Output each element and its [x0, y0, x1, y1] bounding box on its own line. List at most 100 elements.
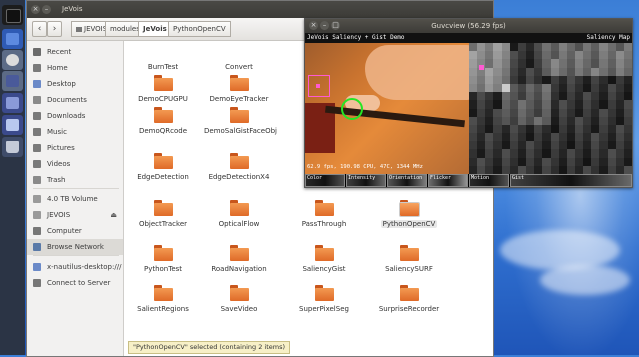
guvcview-title: Guvcview (56.29 fps): [431, 22, 506, 30]
sidebar-item-label: Computer: [47, 227, 82, 235]
folder-item-saliencysurf[interactable]: SaliencySURF: [374, 243, 444, 281]
breadcrumb-label: JEVOIS: [84, 25, 108, 33]
breadcrumb-label: PythonOpenCV: [173, 25, 226, 33]
folder-name: PythonOpenCV: [380, 220, 438, 228]
unity-launcher: [0, 0, 25, 355]
salient-point-marker: [479, 65, 484, 70]
feature-map-strip: Color Intensity Orientation Flicker Motion Gi…: [305, 174, 632, 187]
attention-marker: [341, 98, 363, 120]
settings-icon[interactable]: [2, 71, 23, 91]
folder-item-surpriserecorder[interactable]: SurpriseRecorder: [374, 283, 444, 321]
saliency-map-label: Saliency Map: [586, 34, 630, 41]
sidebar-item-browse-network[interactable]: Browse Network: [27, 239, 123, 255]
sidebar-item-connect-to-server[interactable]: Connect to Server: [27, 275, 123, 291]
feature-thumbnail-color: Color: [305, 174, 345, 187]
computer-icon: [33, 227, 41, 235]
folder-name: EdgeDetectionX4: [208, 173, 270, 181]
network-icon: [33, 243, 41, 251]
feature-thumbnail-orientation: Orientation: [387, 174, 427, 187]
folder-item-demosalgistfaceobj[interactable]: DemoSalGistFaceObj: [204, 105, 277, 143]
app-icon[interactable]: [2, 93, 23, 113]
folder-item-objecttracker[interactable]: ObjectTracker: [128, 198, 198, 236]
sidebar-item-desktop[interactable]: Desktop: [27, 76, 123, 92]
sidebar-item-x-nautilus-desktop[interactable]: x-nautilus-desktop:///: [27, 259, 123, 275]
feature-thumbnail-label: Gist: [512, 175, 525, 181]
feature-thumbnail-intensity: Intensity: [346, 174, 386, 187]
sidebar-item-label: 4.0 TB Volume: [47, 195, 98, 203]
window-title: JeVois: [62, 5, 83, 13]
sidebar-item-recent[interactable]: Recent: [27, 44, 123, 60]
sidebar-separator: [33, 255, 119, 256]
desktop-icon: [33, 263, 41, 271]
sidebar-item-downloads[interactable]: Downloads: [27, 108, 123, 124]
folder-item-passthrough[interactable]: PassThrough: [289, 198, 359, 236]
drive-icon[interactable]: [2, 115, 23, 135]
feature-thumbnail-label: Flicker: [430, 175, 452, 181]
trash-icon[interactable]: [2, 137, 23, 157]
folder-name: DemoCPUGPU: [138, 95, 188, 103]
sidebar-item-documents[interactable]: Documents: [27, 92, 123, 108]
folder-icon: [230, 75, 249, 91]
saliency-map: Saliency Map: [469, 33, 632, 174]
back-button[interactable]: ‹: [32, 21, 47, 37]
folder-item-superpixelseg[interactable]: SuperPixelSeg: [289, 283, 359, 321]
folder-name: ObjectTracker: [138, 220, 188, 228]
app-switcher-icon[interactable]: [2, 29, 23, 49]
feature-thumbnail-flicker: Flicker: [428, 174, 468, 187]
folder-item-pythontest[interactable]: PythonTest: [128, 243, 198, 281]
sidebar-item-label: Music: [47, 128, 67, 136]
terminal-icon[interactable]: [2, 5, 23, 25]
webcam-icon[interactable]: [2, 50, 23, 70]
sidebar-item-4-0-tb-volume[interactable]: 4.0 TB Volume: [27, 191, 123, 207]
folder-name: DemoQRcode: [138, 127, 188, 135]
drive-icon: [76, 26, 82, 32]
folder-name: SuperPixelSeg: [299, 305, 349, 313]
wallpaper-cloud: [540, 265, 630, 295]
folder-icon: [230, 200, 249, 216]
folder-item-edgedetection[interactable]: EdgeDetection: [128, 151, 198, 189]
folder-name: PassThrough: [301, 220, 347, 228]
camera-label: JeVois Saliency + Gist Demo: [307, 34, 405, 41]
sidebar-item-home[interactable]: Home: [27, 60, 123, 76]
folder-icon: [154, 285, 173, 301]
folder-item-savevideo[interactable]: SaveVideo: [204, 283, 274, 321]
folder-name: DemoSalGistFaceObj: [204, 127, 277, 135]
sidebar-item-label: Videos: [47, 160, 71, 168]
close-button[interactable]: ×: [31, 5, 40, 14]
sidebar-item-videos[interactable]: Videos: [27, 156, 123, 172]
folder-item-edgedetectionx4[interactable]: EdgeDetectionX4: [204, 151, 274, 189]
sidebar-item-pictures[interactable]: Pictures: [27, 140, 123, 156]
desktop-icon: [33, 80, 41, 88]
forward-button[interactable]: ›: [47, 21, 62, 37]
folder-item-demoqrcode[interactable]: DemoQRcode: [128, 105, 198, 143]
folder-item-opticalflow[interactable]: OpticalFlow: [204, 198, 274, 236]
folder-name: SaliencyGist: [302, 265, 346, 273]
feature-thumbnail-motion: Motion: [469, 174, 509, 187]
sidebar-item-jevois[interactable]: JEVOIS ⏏: [27, 207, 123, 223]
folder-item-saliencygist[interactable]: SaliencyGist: [289, 243, 359, 281]
folder-item-roadnavigation[interactable]: RoadNavigation: [204, 243, 274, 281]
home-icon: [33, 64, 41, 72]
folder-name: PythonTest: [143, 265, 183, 273]
breadcrumb-pythonopencv[interactable]: PythonOpenCV: [168, 21, 231, 37]
sidebar-item-label: Documents: [47, 96, 87, 104]
folder-item-salientregions[interactable]: SalientRegions: [128, 283, 198, 321]
minimize-button[interactable]: –: [42, 5, 51, 14]
sidebar-item-computer[interactable]: Computer: [27, 223, 123, 239]
folder-icon: [154, 75, 173, 91]
status-bar: "PythonOpenCV" selected (containing 2 it…: [128, 341, 291, 354]
folder-name: RoadNavigation: [211, 265, 267, 273]
sidebar-item-music[interactable]: Music: [27, 124, 123, 140]
folder-name: SurpriseRecorder: [378, 305, 440, 313]
sidebar-item-label: Trash: [47, 176, 66, 184]
folder-item-pythonopencv[interactable]: PythonOpenCV: [374, 198, 444, 236]
folder-name: SaveVideo: [220, 305, 258, 313]
eject-icon[interactable]: ⏏: [110, 211, 117, 219]
folder-icon: [154, 107, 173, 123]
folder-icon: [230, 285, 249, 301]
guvcview-window: × – □ Guvcview (56.29 fps) JeVois Salien…: [304, 18, 633, 188]
sidebar-item-trash[interactable]: Trash: [27, 172, 123, 188]
folder-icon: [230, 153, 249, 169]
breadcrumb-jevois[interactable]: JeVois: [138, 21, 172, 37]
places-sidebar: Recent Home Desktop Documents Downloads Music…: [27, 41, 124, 356]
